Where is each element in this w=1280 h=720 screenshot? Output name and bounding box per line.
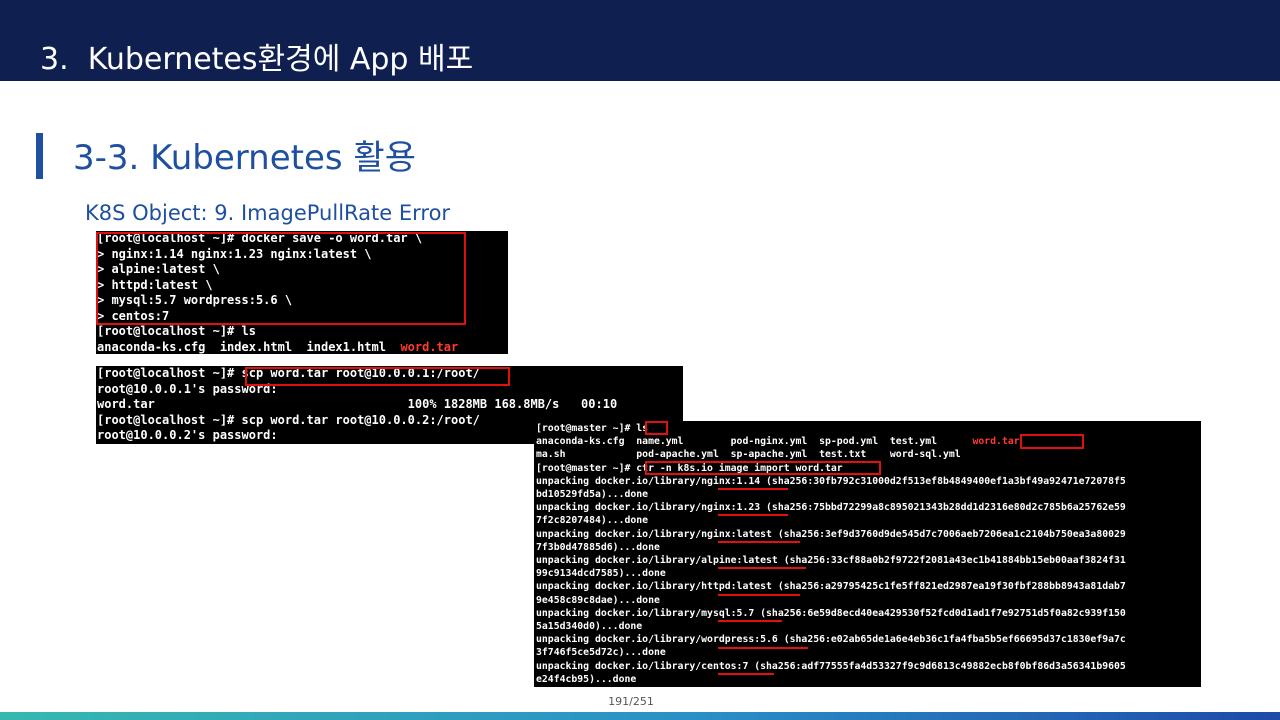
highlight-box-scp-command	[245, 367, 510, 386]
terminal-line: unpacking docker.io/library/centos:7 (sh…	[536, 660, 1126, 672]
underline-nginx-1-14	[718, 488, 788, 490]
underline-centos-7	[718, 673, 774, 675]
terminal-line: ma.sh pod-apache.yml sp-apache.yml test.…	[536, 449, 961, 461]
footer-gradient-bar	[0, 712, 1280, 720]
terminal-line: 3f746f5ce5d72c)...done	[536, 647, 666, 659]
terminal-line: unpacking docker.io/library/httpd:latest…	[536, 581, 1126, 593]
terminal-line: 5a15d340d0)...done	[536, 621, 643, 633]
terminal-line: word.tar 100% 1828MB 168.8MB/s 00:10	[97, 397, 618, 411]
terminal-line: unpacking docker.io/library/mysql:5.7 (s…	[536, 607, 1126, 619]
terminal-line: unpacking docker.io/library/nginx:1.23 (…	[536, 502, 1126, 514]
terminal-line: unpacking docker.io/library/nginx:latest…	[536, 528, 1126, 540]
section-title: 3-3. Kubernetes 활용	[73, 138, 416, 178]
terminal-line: bd10529fd5a)...done	[536, 489, 649, 501]
underline-wordpress-5-6	[718, 647, 808, 649]
underline-nginx-1-23	[718, 514, 788, 516]
word-tar-file: word.tar	[400, 339, 459, 354]
terminal-line: anaconda-ks.cfg name.yml pod-nginx.yml s…	[534, 435, 1201, 448]
section-subtitle: K8S Object: 9. ImagePullRate Error	[85, 201, 451, 225]
terminal-line: e24f4cb95)...done	[536, 673, 637, 685]
header-bar: 3. Kubernetes환경에 App 배포	[0, 0, 1280, 81]
underline-nginx-latest	[718, 541, 800, 543]
ls-output: anaconda-ks.cfg index.html index1.html	[97, 339, 401, 354]
terminal-line: unpacking docker.io/library/alpine:lates…	[536, 555, 1126, 567]
underline-alpine-latest	[718, 567, 806, 569]
terminal-line: 7f2c8207484)...done	[536, 515, 649, 527]
terminal-line: 7f3b0d47885d6)...done	[536, 541, 660, 553]
highlight-box-import-command	[645, 461, 881, 475]
terminal-line: unpacking docker.io/library/nginx:1.14 (…	[536, 475, 1126, 487]
word-tar-file: word.tar	[972, 436, 1020, 448]
highlight-box-word-tar	[1020, 434, 1084, 449]
section-accent-bar	[36, 133, 43, 179]
terminal-line: anaconda-ks.cfg index.html index1.html w…	[96, 340, 508, 355]
underline-mysql-5-7	[718, 620, 782, 622]
terminal-line: [root@localhost ~]# ls	[97, 324, 256, 338]
highlight-box-save-command	[96, 232, 466, 325]
slide-title: 3. Kubernetes환경에 App 배포	[40, 42, 474, 77]
page-number: 191/251	[608, 695, 654, 708]
ls-output: anaconda-ks.cfg name.yml pod-nginx.yml s…	[536, 436, 973, 448]
terminal-line: unpacking docker.io/library/wordpress:5.…	[536, 634, 1126, 646]
terminal-line: 99c9134dcd7585)...done	[536, 568, 666, 580]
underline-httpd-latest	[718, 594, 800, 596]
terminal-line: [root@master ~]# ls	[536, 423, 649, 434]
highlight-box-ls	[645, 421, 668, 435]
terminal-line: 9e458c89c8dae)...done	[536, 594, 660, 606]
